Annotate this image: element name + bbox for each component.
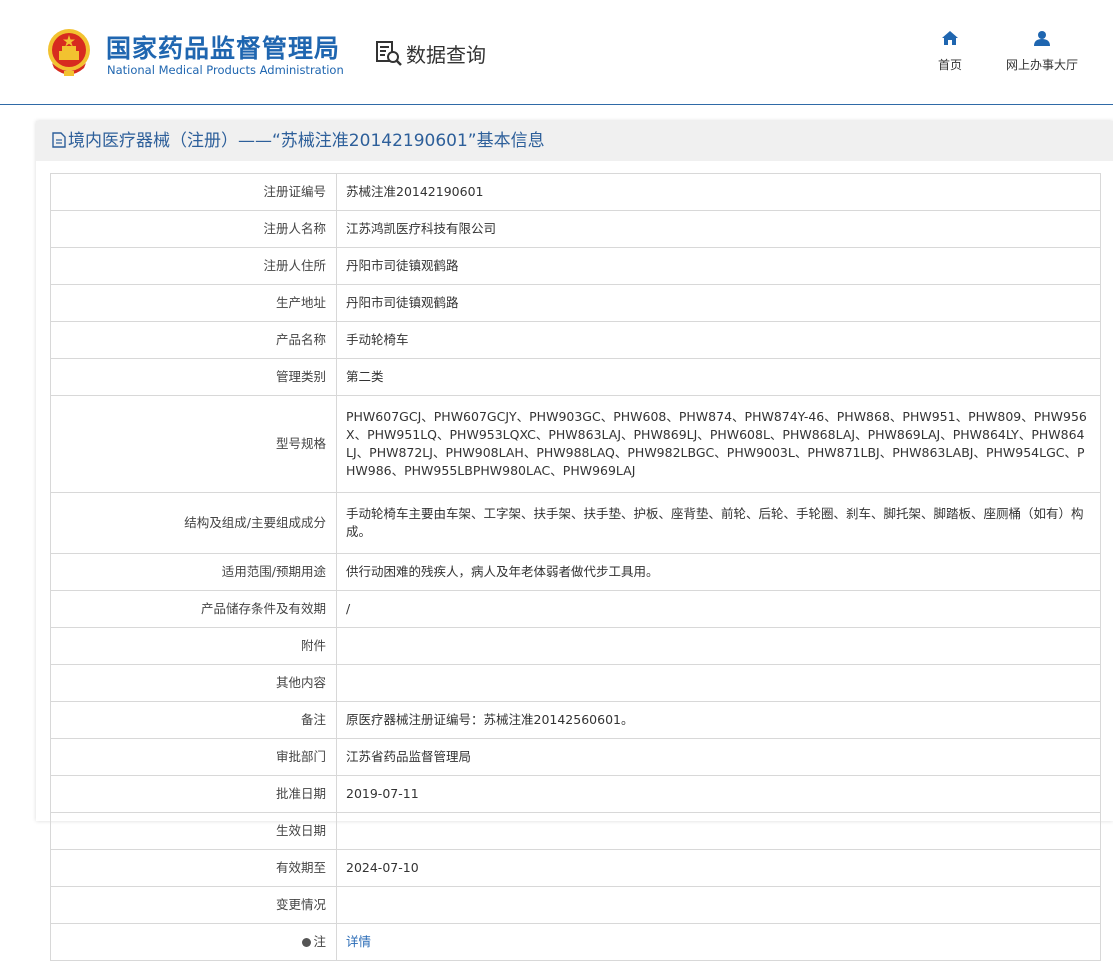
table-row: 产品名称 手动轮椅车 <box>50 321 1101 359</box>
nav-home-label: 首页 <box>937 58 962 72</box>
row-value: 苏械注准20142190601 <box>336 173 1101 211</box>
row-value: / <box>336 590 1101 628</box>
data-query-heading: 数据查询 <box>374 38 486 68</box>
row-label: 产品储存条件及有效期 <box>50 590 337 628</box>
row-label: 注册证编号 <box>50 173 337 211</box>
row-value: 手动轮椅车 <box>336 321 1101 359</box>
row-value: 原医疗器械注册证编号：苏械注准20142560601。 <box>336 701 1101 739</box>
table-row: 注 详情 <box>50 923 1101 961</box>
table-row: 审批部门 江苏省药品监督管理局 <box>50 738 1101 776</box>
row-value: 手动轮椅车主要由车架、工字架、扶手架、扶手垫、护板、座背垫、前轮、后轮、手轮圈、… <box>336 492 1101 554</box>
row-label-note: 注 <box>50 923 337 961</box>
table-row: 结构及组成/主要组成成分 手动轮椅车主要由车架、工字架、扶手架、扶手垫、护板、座背… <box>50 492 1101 554</box>
row-label: 审批部门 <box>50 738 337 776</box>
row-value: 2024-07-10 <box>336 849 1101 887</box>
table-row: 产品储存条件及有效期 / <box>50 590 1101 628</box>
nav-online-hall-label: 网上办事大厅 <box>1005 58 1078 72</box>
table-row: 有效期至 2024-07-10 <box>50 849 1101 887</box>
row-value: PHW607GCJ、PHW607GCJY、PHW903GC、PHW608、PHW… <box>336 395 1101 493</box>
row-value: 江苏鸿凯医疗科技有限公司 <box>336 210 1101 248</box>
row-value: 丹阳市司徒镇观鹤路 <box>336 284 1101 322</box>
detail-panel: 境内医疗器械（注册）——“苏械注准20142190601”基本信息 注册证编号苏… <box>36 121 1113 961</box>
document-icon <box>52 132 66 148</box>
table-row: 型号规格 PHW607GCJ、PHW607GCJY、PHW903GC、PHW608… <box>50 395 1101 493</box>
row-label: 生效日期 <box>50 812 337 850</box>
row-label: 附件 <box>50 627 337 665</box>
row-label: 结构及组成/主要组成成分 <box>50 492 337 554</box>
row-label: 其他内容 <box>50 664 337 702</box>
panel-title-bar: 境内医疗器械（注册）——“苏械注准20142190601”基本信息 <box>36 121 1113 161</box>
row-value: 详情 <box>336 923 1101 961</box>
row-label: 变更情况 <box>50 886 337 924</box>
user-icon <box>1034 31 1050 46</box>
row-label: 管理类别 <box>50 358 337 396</box>
national-emblem-icon <box>48 29 90 76</box>
table-row: 适用范围/预期用途 供行动困难的残疾人，病人及年老体弱者做代步工具用。 <box>50 553 1101 591</box>
table-row: 生效日期 <box>50 812 1101 850</box>
note-label: 注 <box>313 934 326 949</box>
brand-name-cn: 国家药品监督管理局 <box>106 34 341 63</box>
row-value <box>336 886 1101 924</box>
site-header: 国家药品监督管理局 National Medical Products Admi… <box>0 0 1113 105</box>
row-value <box>336 627 1101 665</box>
document-search-icon <box>376 41 402 66</box>
row-value <box>336 664 1101 702</box>
table-row: 注册人住所 丹阳市司徒镇观鹤路 <box>50 247 1101 285</box>
row-value: 丹阳市司徒镇观鹤路 <box>336 247 1101 285</box>
table-row: 管理类别 第二类 <box>50 358 1101 396</box>
details-link[interactable]: 详情 <box>346 934 371 949</box>
row-value: 2019-07-11 <box>336 775 1101 813</box>
nav-online-hall[interactable]: 网上办事大厅 <box>997 30 1087 73</box>
row-label: 适用范围/预期用途 <box>50 553 337 591</box>
data-query-title: 数据查询 <box>406 42 486 67</box>
row-label: 批准日期 <box>50 775 337 813</box>
row-label: 注册人住所 <box>50 247 337 285</box>
row-label: 产品名称 <box>50 321 337 359</box>
row-label: 有效期至 <box>50 849 337 887</box>
row-value <box>336 812 1101 850</box>
home-icon <box>942 31 958 45</box>
row-value: 江苏省药品监督管理局 <box>336 738 1101 776</box>
panel-title: 境内医疗器械（注册）——“苏械注准20142190601”基本信息 <box>68 131 545 151</box>
brand-name-en: National Medical Products Administration <box>107 63 344 77</box>
table-row: 变更情况 <box>50 886 1101 924</box>
row-label: 型号规格 <box>50 395 337 493</box>
nav-home[interactable]: 首页 <box>905 30 995 73</box>
table-row: 注册人名称 江苏鸿凯医疗科技有限公司 <box>50 210 1101 248</box>
bullet-icon <box>302 938 312 947</box>
table-row: 批准日期 2019-07-11 <box>50 775 1101 813</box>
table-row: 生产地址 丹阳市司徒镇观鹤路 <box>50 284 1101 322</box>
row-value: 供行动困难的残疾人，病人及年老体弱者做代步工具用。 <box>336 553 1101 591</box>
row-value: 第二类 <box>336 358 1101 396</box>
row-label: 备注 <box>50 701 337 739</box>
table-row: 其他内容 <box>50 664 1101 702</box>
row-label: 生产地址 <box>50 284 337 322</box>
row-label: 注册人名称 <box>50 210 337 248</box>
table-row: 附件 <box>50 627 1101 665</box>
table-row: 备注 原医疗器械注册证编号：苏械注准20142560601。 <box>50 701 1101 739</box>
table-row: 注册证编号 苏械注准20142190601 <box>50 173 1101 211</box>
registration-info-table: 注册证编号 苏械注准20142190601 注册人名称 江苏鸿凯医疗科技有限公司 注… <box>50 173 1101 961</box>
